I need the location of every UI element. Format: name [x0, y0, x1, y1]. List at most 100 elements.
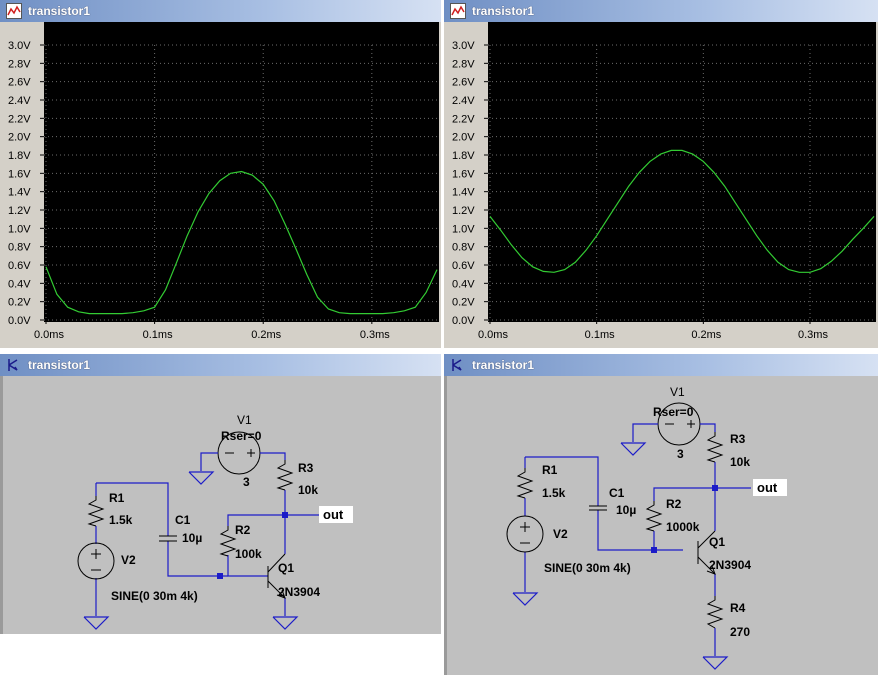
y-tick-label: 0.6V	[8, 260, 31, 272]
v1-name: V1	[670, 385, 685, 399]
x-tick-label: 0.1ms	[585, 329, 615, 341]
plot-area-left[interactable]: 3.0V 2.8V 2.6V 2.4V 2.2V 2.0V 1.8V 1.6V 1.4V 1.2V…	[0, 22, 441, 348]
q1-model: 2N3904	[709, 558, 751, 572]
y-tick-label: 0.0V	[8, 315, 31, 327]
y-tick-label: 2.4V	[8, 95, 31, 107]
schematic-drawing-left[interactable]: V1 Rser=0 3 R3 10k R2 100k R1 1.5k C1 10…	[3, 376, 441, 634]
schematic-icon	[452, 359, 462, 371]
y-tick-label: 1.0V	[8, 223, 31, 235]
v2-name: V2	[121, 553, 136, 567]
y-tick-label: 0.8V	[8, 242, 31, 254]
plot-background	[488, 22, 876, 322]
c1-name: C1	[609, 486, 625, 500]
plot-window-left[interactable]: transistor1 3.0V 2.8V 2.6V 2.4V 2.2V 2.0V 1.8V…	[0, 0, 441, 348]
schematic-window-right-title: transistor1	[472, 358, 535, 372]
r3-value: 10k	[298, 483, 318, 497]
waveform-chart-left[interactable]: 3.0V 2.8V 2.6V 2.4V 2.2V 2.0V 1.8V 1.6V 1.4V 1.2V…	[0, 22, 441, 348]
y-tick-label: 3.0V	[8, 40, 31, 52]
x-tick-label: 0.1ms	[143, 329, 173, 341]
y-tick-label: 3.0V	[452, 40, 475, 52]
y-tick-label: 0.8V	[452, 242, 475, 254]
r1-name: R1	[109, 491, 125, 505]
plot-window-right-titlebar[interactable]: transistor1	[444, 0, 878, 22]
plot-window-right-title: transistor1	[472, 4, 535, 18]
v1-param: Rser=0	[221, 429, 262, 443]
v1-value: 3	[677, 447, 684, 461]
c1-capacitor[interactable]	[589, 505, 607, 511]
junction-dot	[217, 573, 223, 579]
junction-dot	[282, 512, 288, 518]
v2-source[interactable]	[506, 515, 544, 553]
y-tick-label: 0.6V	[452, 260, 475, 272]
v2-value: SINE(0 30m 4k)	[111, 589, 198, 603]
schematic-window-right-titlebar[interactable]: transistor1	[444, 354, 878, 376]
y-tick-label: 0.2V	[8, 297, 31, 309]
v2-name: V2	[553, 527, 568, 541]
schematic-canvas-right[interactable]: V1 Rser=0 3 R3 10k R2 1000k R1 1.5k C1 1…	[444, 376, 878, 675]
schematic-icon	[8, 359, 18, 371]
y-tick-label: 2.6V	[452, 77, 475, 89]
waveform-icon	[6, 3, 22, 19]
net-label-out: out	[323, 507, 344, 522]
x-tick-label: 0.0ms	[478, 329, 508, 341]
plot-window-left-titlebar[interactable]: transistor1	[0, 0, 441, 22]
q1-model: 2N3904	[278, 585, 320, 599]
r3-resistor[interactable]	[706, 432, 724, 463]
r4-value: 270	[730, 625, 750, 639]
y-tick-label: 1.2V	[452, 205, 475, 217]
y-tick-label: 2.0V	[452, 132, 475, 144]
y-tick-label: 2.4V	[452, 95, 475, 107]
schematic-window-left-titlebar[interactable]: transistor1	[0, 354, 441, 376]
r1-name: R1	[542, 463, 558, 477]
y-tick-label: 2.6V	[8, 77, 31, 89]
y-tick-label: 1.4V	[8, 187, 31, 199]
y-tick-label: 1.8V	[452, 150, 475, 162]
waveform-chart-right[interactable]: 3.0V 2.8V 2.6V 2.4V 2.2V 2.0V 1.8V 1.6V 1.4V 1.2V…	[444, 22, 878, 348]
y-tick-label: 2.2V	[8, 113, 31, 125]
v1-param: Rser=0	[653, 405, 694, 419]
r1-resistor[interactable]	[516, 468, 534, 499]
schematic-canvas-left[interactable]: V1 Rser=0 3 R3 10k R2 100k R1 1.5k C1 10…	[0, 376, 441, 634]
y-tick-label: 0.4V	[452, 278, 475, 290]
schematic-window-right[interactable]: transistor1 V1 Rser=0 3 R3 10k R2 1000k …	[444, 354, 878, 675]
r1-value: 1.5k	[109, 513, 133, 527]
x-tick-label: 0.3ms	[360, 329, 390, 341]
y-tick-label: 1.6V	[452, 168, 475, 180]
schematic-drawing-right[interactable]: V1 Rser=0 3 R3 10k R2 1000k R1 1.5k C1 1…	[447, 376, 878, 675]
q1-name: Q1	[278, 561, 294, 575]
r2-resistor[interactable]	[645, 501, 663, 532]
r1-resistor[interactable]	[87, 496, 105, 527]
r2-resistor[interactable]	[219, 526, 237, 557]
x-tick-label: 0.3ms	[798, 329, 828, 341]
r4-resistor[interactable]	[706, 596, 724, 629]
plot-window-right[interactable]: transistor1 3.0V 2.8V 2.6V 2.4V 2.2V 2.0V 1.8V…	[444, 0, 878, 348]
v2-source[interactable]	[77, 542, 115, 580]
y-tick-label: 1.4V	[452, 187, 475, 199]
x-tick-label: 0.2ms	[251, 329, 281, 341]
y-tick-label: 2.2V	[452, 113, 475, 125]
schematic-window-left[interactable]: transistor1 V1 Rser=0 3 R3 10k R2 100k R…	[0, 354, 441, 634]
r2-value: 100k	[235, 547, 262, 561]
schematic-window-left-title: transistor1	[28, 358, 91, 372]
y-tick-label: 1.8V	[8, 150, 31, 162]
junction-dot	[651, 547, 657, 553]
plot-area-right[interactable]: 3.0V 2.8V 2.6V 2.4V 2.2V 2.0V 1.8V 1.6V 1.4V 1.2V…	[444, 22, 878, 348]
r2-value: 1000k	[666, 520, 700, 534]
c1-capacitor[interactable]	[159, 535, 177, 542]
y-tick-label: 2.0V	[8, 132, 31, 144]
net-label-out: out	[757, 480, 778, 495]
y-tick-label: 2.8V	[8, 58, 31, 70]
x-tick-label: 0.2ms	[691, 329, 721, 341]
y-tick-label: 0.2V	[452, 297, 475, 309]
y-tick-label: 0.4V	[8, 278, 31, 290]
q1-name: Q1	[709, 535, 725, 549]
c1-value: 10µ	[182, 531, 202, 545]
v1-value: 3	[243, 475, 250, 489]
y-tick-label: 0.0V	[452, 315, 475, 327]
v1-name: V1	[237, 413, 252, 427]
y-tick-label: 1.2V	[8, 205, 31, 217]
y-tick-label: 2.8V	[452, 58, 475, 70]
c1-name: C1	[175, 513, 191, 527]
r3-resistor[interactable]	[276, 460, 294, 491]
y-tick-label: 1.6V	[8, 168, 31, 180]
